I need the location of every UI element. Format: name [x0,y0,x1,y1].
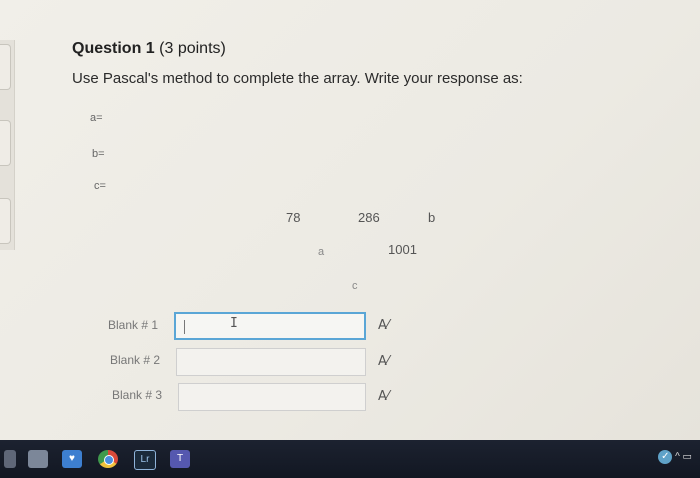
blank-1-label: Blank # 1 [108,318,159,332]
variable-a-label: a= [90,112,103,124]
variable-c-label: c= [94,180,106,192]
text-caret [184,320,185,334]
question-number: Question 1 [72,40,155,57]
blank-1-input[interactable]: I [174,312,366,340]
question-points: (3 points) [159,40,226,57]
left-side-panel [0,40,15,250]
spellcheck-icon[interactable]: A⁄ [378,389,389,404]
triangle-value: b [428,210,436,225]
windows-icon[interactable] [4,450,16,468]
spellcheck-icon[interactable]: A⁄ [378,354,389,369]
ibeam-cursor-icon: I [230,316,238,331]
triangle-value: 78 [286,210,301,225]
teams-icon[interactable]: T [170,450,190,468]
blank-2-input[interactable] [176,348,366,376]
system-tray: ✓ ^ ▭ [658,450,692,468]
network-check-icon[interactable]: ✓ [658,450,673,464]
side-tab[interactable] [0,120,11,166]
chevron-up-icon[interactable]: ^ [675,452,680,463]
display-icon[interactable]: ▭ [683,452,692,463]
side-tab[interactable] [0,198,11,244]
variable-b-label: b= [92,148,105,160]
question-instruction: Use Pascal's method to complete the arra… [72,70,523,87]
blank-2-label: Blank # 2 [110,353,161,367]
mail-icon[interactable]: ♥ [62,450,82,468]
spellcheck-icon[interactable]: A⁄ [378,318,389,333]
blank-3-label: Blank # 3 [112,388,163,402]
triangle-value: a [318,246,325,258]
taskbar: ♥ Lr T ✓ ^ ▭ [0,440,700,478]
question-title: Question 1 (3 points) [72,40,226,58]
browser-page: Question 1 (3 points) Use Pascal's metho… [0,0,700,440]
blank-3-input[interactable] [178,383,366,411]
triangle-value: c [352,280,358,292]
side-tab[interactable] [0,44,11,90]
triangle-value: 286 [358,210,380,225]
chrome-icon[interactable] [98,450,118,468]
lightroom-icon[interactable]: Lr [134,450,156,470]
triangle-value: 1001 [388,242,417,257]
store-icon[interactable] [28,450,48,468]
